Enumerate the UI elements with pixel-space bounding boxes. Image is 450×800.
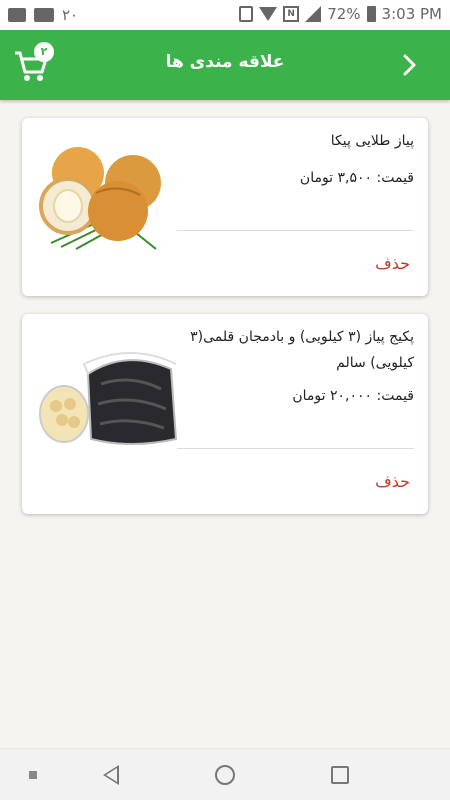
product-name: پیاز طلایی پیکا (330, 133, 414, 149)
signal-icon (305, 6, 322, 22)
menu-button[interactable] (8, 749, 58, 800)
menu-dot-icon (29, 771, 37, 779)
clock: 3:03 PM (381, 5, 442, 23)
page-title: علاقه مندی ها (165, 52, 285, 72)
status-bar: ۲۰ N 72% 3:03 PM (0, 0, 450, 30)
system-navigation-bar (0, 748, 450, 800)
wifi-icon (259, 7, 278, 21)
vibrate-icon (239, 6, 254, 22)
home-circle-icon (215, 765, 235, 785)
nav-home-button[interactable] (200, 749, 250, 800)
product-name: پکیج پیاز (۳ کیلویی) و بادمجان قلمی(۳ کی… (190, 329, 414, 371)
nav-back-button[interactable] (86, 749, 136, 800)
favorite-item-card[interactable]: پیاز طلایی پیکا قیمت: ۳,۵۰۰ تومان حذف (22, 118, 428, 296)
product-price: قیمت: ۳,۵۰۰ تومان (299, 170, 414, 186)
battery-percent: 72% (327, 5, 361, 23)
image-notification-icon (8, 8, 26, 22)
chevron-right-icon (403, 54, 416, 76)
battery-icon (366, 6, 376, 22)
onion-product-image (39, 147, 161, 250)
delete-button[interactable]: حذف (375, 472, 410, 491)
product-price: قیمت: ۲۰,۰۰۰ تومان (292, 388, 414, 404)
notification-count: ۲۰ (62, 6, 79, 24)
back-triangle-icon (103, 765, 119, 785)
divider (177, 448, 414, 449)
delete-button[interactable]: حذف (375, 254, 410, 273)
activity-notification-icon (34, 8, 54, 22)
back-button[interactable] (392, 48, 426, 82)
app-bar: ۲ علاقه مندی ها (0, 30, 450, 100)
onion-eggplant-package-image (39, 352, 178, 445)
divider (177, 230, 414, 231)
recents-square-icon (331, 766, 349, 784)
nav-recents-button[interactable] (315, 749, 365, 800)
favorite-item-card[interactable]: پکیج پیاز (۳ کیلویی) و بادمجان قلمی(۳ کی… (22, 314, 428, 514)
no-sim-icon: N (283, 6, 300, 22)
